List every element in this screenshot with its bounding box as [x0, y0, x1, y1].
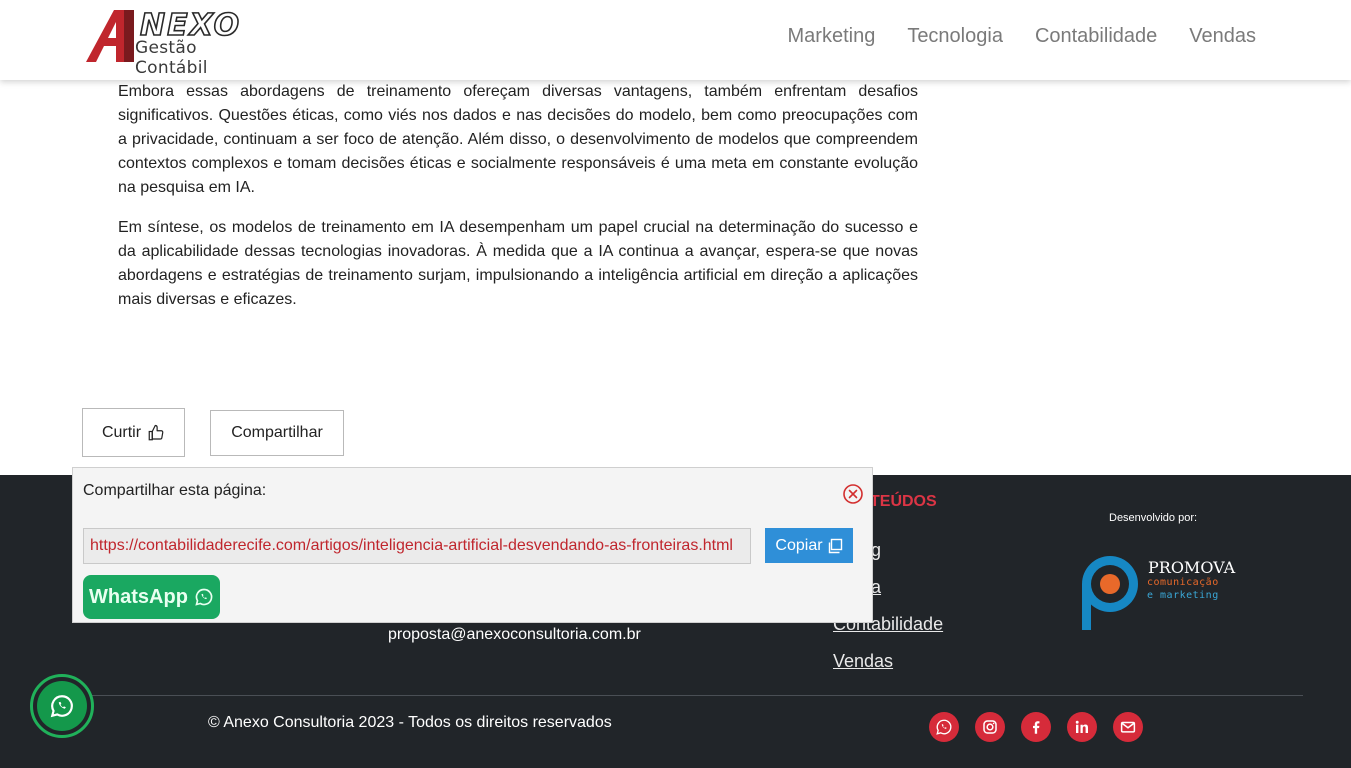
email-icon[interactable]: [1113, 712, 1143, 742]
developed-by-label: Desenvolvido por:: [1109, 512, 1198, 524]
floating-whatsapp-button[interactable]: [30, 674, 94, 738]
promova-logo[interactable]: PROMOVA comunicação e marketing: [1080, 554, 1240, 634]
facebook-icon[interactable]: [1021, 712, 1051, 742]
close-icon[interactable]: [842, 483, 864, 505]
nav-vendas[interactable]: Vendas: [1189, 22, 1256, 50]
article-paragraph: Embora essas abordagens de treinamento o…: [118, 83, 918, 196]
promova-tagline-1: comunicação: [1147, 577, 1219, 588]
article-paragraph: Em síntese, os modelos de treinamento em…: [118, 219, 918, 308]
footer-divider: [90, 695, 1303, 696]
share-popup: Compartilhar esta página: https://contab…: [72, 467, 873, 623]
thumbs-up-icon: [148, 424, 164, 440]
nav-marketing[interactable]: Marketing: [788, 22, 876, 50]
social-links: [929, 712, 1143, 742]
copy-icon: [828, 538, 842, 553]
like-label: Curtir: [101, 423, 142, 441]
copyright-text: © Anexo Consultoria 2023 - Todos os dire…: [208, 714, 612, 731]
whatsapp-icon[interactable]: [929, 712, 959, 742]
share-button[interactable]: Compartilhar: [210, 410, 344, 456]
copy-button[interactable]: Copiar: [765, 528, 853, 563]
promova-mark-icon: [1082, 556, 1138, 630]
footer-email[interactable]: proposta@anexoconsultoria.com.br: [388, 626, 641, 644]
footer-contents-heading: TEÚDOS: [870, 493, 937, 510]
site-header: NEXO Gestão Contábil Marketing Tecnologi…: [0, 0, 1351, 80]
whatsapp-share-button[interactable]: WhatsApp: [83, 575, 220, 619]
nav-contabilidade[interactable]: Contabilidade: [1035, 22, 1157, 50]
logo-subtitle: Gestão Contábil: [135, 38, 208, 78]
share-url-field[interactable]: https://contabilidaderecife.com/artigos/…: [83, 528, 751, 564]
copy-label: Copiar: [775, 536, 823, 554]
whatsapp-icon: [37, 681, 87, 731]
instagram-icon[interactable]: [975, 712, 1005, 742]
share-popup-title: Compartilhar esta página:: [83, 482, 267, 499]
like-button[interactable]: Curtir: [82, 408, 185, 457]
nav-tecnologia[interactable]: Tecnologia: [907, 22, 1003, 50]
share-label: Compartilhar: [231, 424, 323, 441]
whatsapp-icon: [195, 588, 213, 606]
linkedin-icon[interactable]: [1067, 712, 1097, 742]
promova-tagline-2: e marketing: [1147, 590, 1219, 601]
main-nav: Marketing Tecnologia Contabilidade Venda…: [788, 22, 1257, 50]
whatsapp-share-label: WhatsApp: [89, 585, 188, 608]
footer-link-vendas[interactable]: Vendas: [833, 649, 943, 686]
promova-name: PROMOVA: [1148, 558, 1236, 577]
article-body: Embora essas abordagens de treinamento o…: [118, 80, 918, 328]
anexo-logo[interactable]: NEXO Gestão Contábil: [86, 7, 272, 78]
